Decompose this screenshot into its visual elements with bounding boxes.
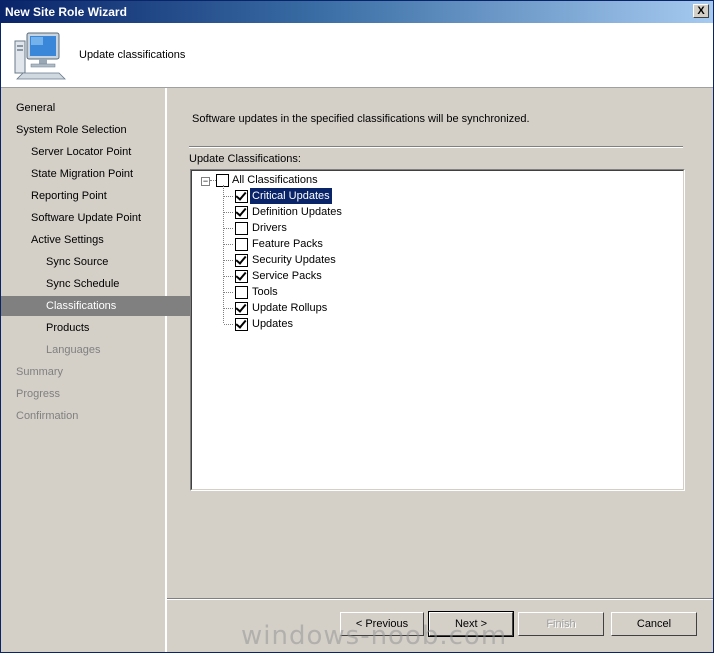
collapse-icon[interactable]: − xyxy=(201,177,210,186)
tree-item-label[interactable]: Critical Updates xyxy=(249,187,333,205)
tree-item-label[interactable]: Security Updates xyxy=(250,252,338,268)
tree-connector xyxy=(224,324,233,325)
close-button[interactable]: X xyxy=(693,4,709,18)
nav-item-active-settings[interactable]: Active Settings xyxy=(1,230,193,250)
tree-connector xyxy=(210,180,216,181)
nav-item-system-role-selection[interactable]: System Role Selection xyxy=(1,120,178,140)
tree-connector xyxy=(224,308,233,309)
checkbox-feature-packs[interactable] xyxy=(235,238,248,251)
description-text: Software updates in the specified classi… xyxy=(192,113,530,125)
tree-item-label[interactable]: Feature Packs xyxy=(250,236,325,252)
tree-view: − All Classifications Critical Updates Defi… xyxy=(191,170,684,490)
checkbox-critical-updates[interactable] xyxy=(235,189,248,203)
cancel-button[interactable]: Cancel xyxy=(611,612,697,636)
tree-connector xyxy=(224,228,233,229)
tree-connector xyxy=(224,276,233,277)
nav-item-reporting-point[interactable]: Reporting Point xyxy=(1,186,193,206)
tree-item-label[interactable]: Service Packs xyxy=(250,268,324,284)
cancel-button-label: Cancel xyxy=(636,618,672,630)
separator xyxy=(189,146,683,148)
watermark: windows-noob.com xyxy=(241,621,508,651)
tree-connector xyxy=(224,292,233,293)
tree-item-label[interactable]: Updates xyxy=(250,316,295,332)
nav-item-software-update-point[interactable]: Software Update Point xyxy=(1,208,193,228)
tree-connector xyxy=(224,196,233,197)
checkbox-definition-updates[interactable] xyxy=(235,205,248,219)
title-bar[interactable]: New Site Role Wizard X xyxy=(1,1,713,23)
tree-root-label[interactable]: All Classifications xyxy=(230,172,320,188)
wizard-window: New Site Role Wizard X Update classifica… xyxy=(0,0,714,653)
nav-item-summary: Summary xyxy=(16,366,64,378)
computer-icon xyxy=(14,32,66,80)
tree-label-text: Update Classifications: xyxy=(189,153,301,165)
tree-label: Update Classifications: xyxy=(189,153,301,165)
finish-button[interactable]: Finish xyxy=(518,612,604,636)
nav-item-general[interactable]: General xyxy=(1,98,178,118)
nav-item-progress: Progress xyxy=(16,388,61,400)
classification-tree[interactable]: − All Classifications Critical Updates Defi… xyxy=(190,169,685,491)
nav-item-confirmation: Confirmation xyxy=(16,410,79,422)
finish-button-label: Finish xyxy=(546,618,576,630)
page-title: Update classifications xyxy=(79,49,186,61)
checkbox-drivers[interactable] xyxy=(235,222,248,235)
window-title: New Site Role Wizard xyxy=(5,5,127,19)
wizard-header: Update classifications xyxy=(1,23,713,88)
tree-connector xyxy=(224,260,233,261)
wizard-navigation: General System Role Selection Server Locat… xyxy=(1,88,208,652)
nav-item-state-migration-point[interactable]: State Migration Point xyxy=(1,164,193,184)
tree-connector xyxy=(224,212,233,213)
checkbox-service-packs[interactable] xyxy=(235,269,248,283)
tree-item-label[interactable]: Definition Updates xyxy=(250,204,344,220)
checkbox-security-updates[interactable] xyxy=(235,253,248,267)
content-panel: Software updates in the specified classi… xyxy=(167,88,713,598)
footer-separator xyxy=(167,598,713,600)
tree-item-label[interactable]: Update Rollups xyxy=(250,300,329,316)
checkbox-tools[interactable] xyxy=(235,286,248,299)
nav-item-server-locator-point[interactable]: Server Locator Point xyxy=(1,142,193,162)
tree-connector xyxy=(223,185,224,323)
checkbox-update-rollups[interactable] xyxy=(235,301,248,315)
tree-connector xyxy=(224,244,233,245)
checkbox-updates[interactable] xyxy=(235,317,248,331)
tree-item-label[interactable]: Drivers xyxy=(250,220,289,236)
tree-item-label[interactable]: Tools xyxy=(250,284,280,300)
